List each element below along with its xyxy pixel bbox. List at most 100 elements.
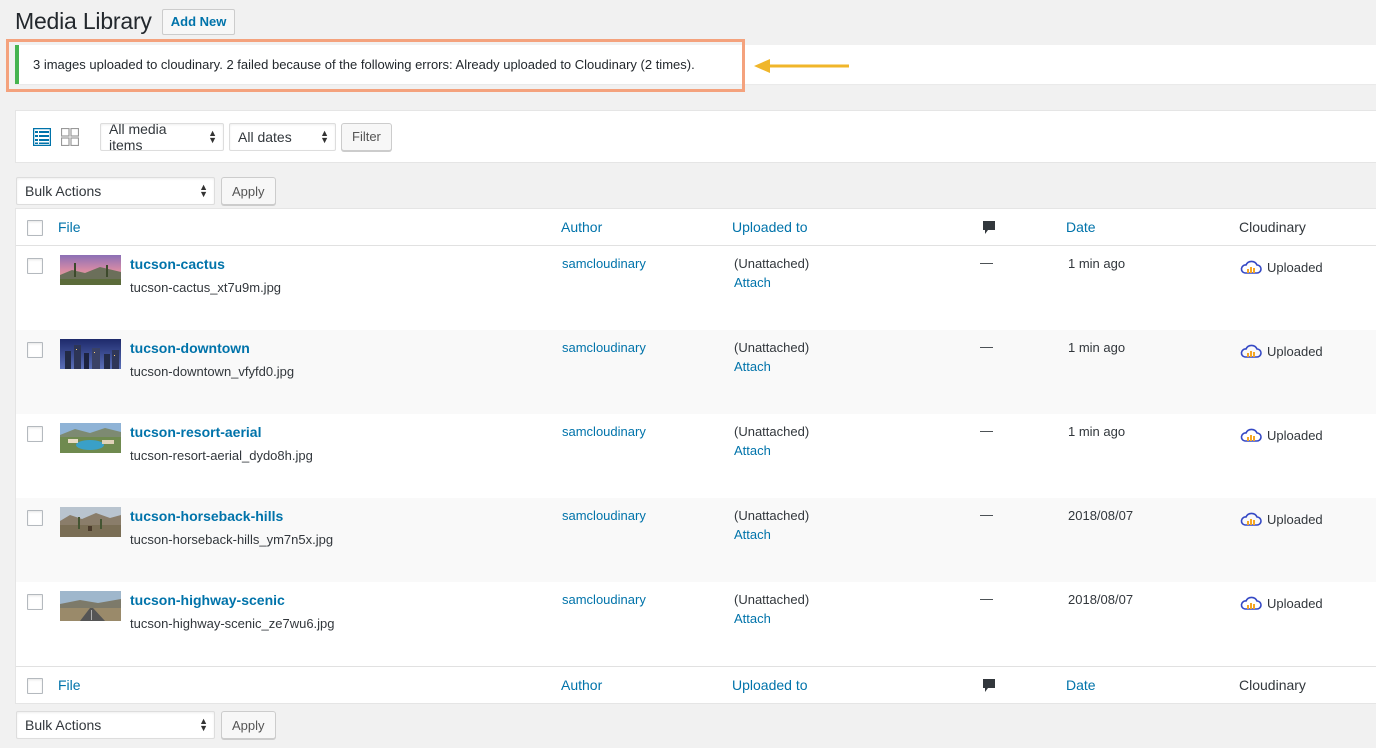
cloudinary-status-text: Uploaded (1267, 259, 1323, 275)
cloudinary-status-text: Uploaded (1267, 343, 1323, 359)
column-uploaded-to[interactable]: Uploaded to (732, 219, 808, 235)
media-title-link[interactable]: tucson-downtown (130, 340, 250, 356)
row-checkbox[interactable] (27, 258, 43, 274)
media-date: 1 min ago (1068, 256, 1126, 271)
table-footer: File Author Uploaded to Date Cloudinary (16, 666, 1376, 703)
pointer-arrow-icon (754, 59, 849, 73)
table-row: tucson-highway-scenic tucson-highway-sce… (16, 582, 1376, 666)
uploaded-to-status: (Unattached) (734, 592, 810, 607)
attach-link[interactable]: Attach (734, 611, 771, 626)
cloudinary-status: Uploaded (1240, 511, 1323, 527)
media-date: 1 min ago (1068, 424, 1126, 439)
media-table: File Author Uploaded to Date Cloudinary … (15, 208, 1376, 704)
list-view-icon[interactable] (32, 127, 52, 147)
column-cloudinary: Cloudinary (1239, 677, 1306, 693)
uploaded-to-status: (Unattached) (734, 508, 810, 523)
attach-link[interactable]: Attach (734, 359, 771, 374)
comment-count: — (980, 339, 993, 354)
notice-message: 3 images uploaded to cloudinary. 2 faile… (33, 57, 695, 72)
media-title-link[interactable]: tucson-cactus (130, 256, 225, 272)
media-date: 1 min ago (1068, 340, 1126, 355)
column-author[interactable]: Author (561, 219, 602, 235)
author-link[interactable]: samcloudinary (562, 424, 646, 439)
uploaded-to-status: (Unattached) (734, 340, 810, 355)
attach-link[interactable]: Attach (734, 527, 771, 542)
uploaded-to-status: (Unattached) (734, 424, 810, 439)
grid-view-icon[interactable] (60, 127, 80, 147)
attach-link[interactable]: Attach (734, 275, 771, 290)
author-link[interactable]: samcloudinary (562, 592, 646, 607)
thumbnail-image[interactable] (60, 591, 121, 621)
comment-count: — (980, 255, 993, 270)
media-title-link[interactable]: tucson-resort-aerial (130, 424, 261, 440)
thumbnail-image[interactable] (60, 507, 121, 537)
table-row: tucson-horseback-hills tucson-horseback-… (16, 498, 1376, 582)
upload-notice: 3 images uploaded to cloudinary. 2 faile… (15, 45, 1376, 84)
table-row: tucson-downtown tucson-downtown_vfyfd0.j… (16, 330, 1376, 414)
cloudinary-status: Uploaded (1240, 595, 1323, 611)
media-type-select[interactable]: All media items ▲ ▼ (100, 120, 224, 153)
column-file[interactable]: File (58, 677, 81, 693)
bulk-actions-value: Bulk Actions (25, 183, 102, 199)
title-row: Media Library Add New (15, 8, 236, 35)
attach-link[interactable]: Attach (734, 443, 771, 458)
uploaded-to-status: (Unattached) (734, 256, 810, 271)
cloudinary-status: Uploaded (1240, 427, 1323, 443)
media-filename: tucson-highway-scenic_ze7wu6.jpg (130, 616, 335, 631)
comment-count: — (980, 507, 993, 522)
thumbnail-image[interactable] (60, 339, 121, 369)
row-checkbox[interactable] (27, 426, 43, 442)
media-filename: tucson-downtown_vfyfd0.jpg (130, 364, 295, 379)
author-link[interactable]: samcloudinary (562, 508, 646, 523)
cloudinary-cloud-icon (1240, 596, 1262, 610)
bulk-actions-select[interactable]: Bulk Actions ▲ ▼ (16, 177, 215, 205)
comment-count: — (980, 423, 993, 438)
media-title-link[interactable]: tucson-highway-scenic (130, 592, 285, 608)
author-link[interactable]: samcloudinary (562, 256, 646, 271)
thumbnail-image[interactable] (60, 255, 121, 285)
select-arrows-icon: ▲ ▼ (208, 127, 217, 145)
date-select[interactable]: All dates ▲ ▼ (229, 122, 336, 151)
add-new-button[interactable]: Add New (161, 8, 236, 35)
select-arrows-icon: ▲ ▼ (199, 716, 208, 733)
select-arrows-icon: ▲ ▼ (320, 127, 329, 145)
date-value: All dates (238, 128, 292, 145)
cloudinary-status: Uploaded (1240, 259, 1323, 275)
media-type-value: All media items (109, 120, 167, 153)
thumbnail-image[interactable] (60, 423, 121, 453)
select-all-checkbox[interactable] (27, 678, 43, 694)
comment-bubble-icon (982, 220, 996, 238)
bulk-actions-select[interactable]: Bulk Actions ▲ ▼ (16, 711, 215, 739)
select-all-checkbox[interactable] (27, 220, 43, 236)
select-arrows-icon: ▲ ▼ (199, 182, 208, 199)
column-uploaded-to[interactable]: Uploaded to (732, 677, 808, 693)
bulk-actions-top: Bulk Actions ▲ ▼ Apply (16, 177, 276, 205)
page-title: Media Library (15, 8, 152, 34)
media-date: 2018/08/07 (1068, 592, 1134, 607)
filter-button[interactable]: Filter (341, 122, 392, 151)
cloudinary-cloud-icon (1240, 428, 1262, 442)
cloudinary-status-text: Uploaded (1267, 511, 1323, 527)
media-filename: tucson-horseback-hills_ym7n5x.jpg (130, 532, 334, 547)
column-file[interactable]: File (58, 219, 81, 235)
row-checkbox[interactable] (27, 342, 43, 358)
media-date: 2018/08/07 (1068, 508, 1134, 523)
column-cloudinary: Cloudinary (1239, 219, 1306, 235)
apply-button[interactable]: Apply (221, 177, 276, 205)
table-row: tucson-cactus tucson-cactus_xt7u9m.jpg s… (16, 246, 1376, 330)
media-title-link[interactable]: tucson-horseback-hills (130, 508, 283, 524)
author-link[interactable]: samcloudinary (562, 340, 646, 355)
cloudinary-cloud-icon (1240, 260, 1262, 274)
column-date[interactable]: Date (1066, 677, 1096, 693)
row-checkbox[interactable] (27, 510, 43, 526)
column-date[interactable]: Date (1066, 219, 1096, 235)
media-filename: tucson-cactus_xt7u9m.jpg (130, 280, 282, 295)
row-checkbox[interactable] (27, 594, 43, 610)
cloudinary-status-text: Uploaded (1267, 595, 1323, 611)
table-row: tucson-resort-aerial tucson-resort-aeria… (16, 414, 1376, 498)
column-author[interactable]: Author (561, 677, 602, 693)
comment-bubble-icon (982, 678, 996, 696)
cloudinary-cloud-icon (1240, 512, 1262, 526)
cloudinary-status: Uploaded (1240, 343, 1323, 359)
apply-button[interactable]: Apply (221, 711, 276, 739)
